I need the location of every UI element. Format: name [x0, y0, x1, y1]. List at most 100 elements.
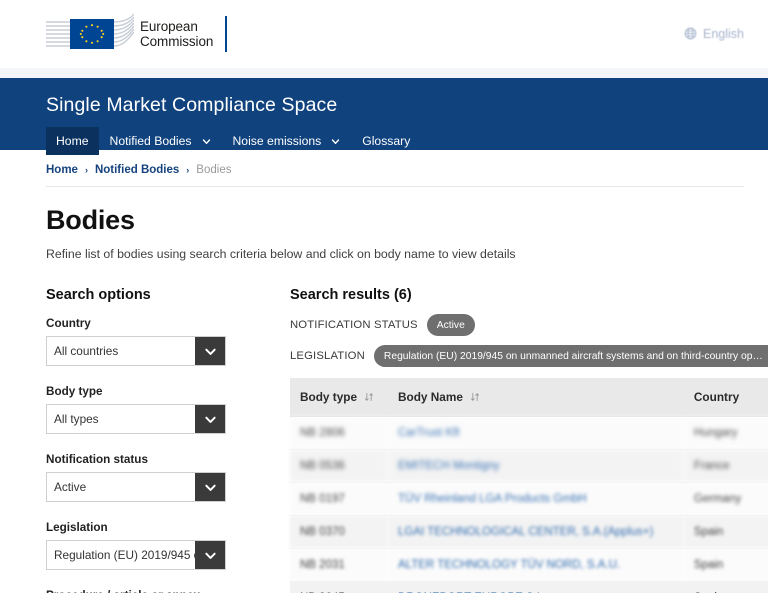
globe-icon	[684, 27, 697, 40]
legislation-select-toggle[interactable]	[195, 541, 225, 569]
european-commission-logo[interactable]: European Commission	[46, 12, 228, 56]
notification-status-select-value: Active	[54, 480, 87, 494]
page-subtitle: Refine list of bodies using search crite…	[46, 247, 516, 261]
country-select-value: All countries	[54, 344, 119, 358]
filter-chip-legislation[interactable]: Regulation (EU) 2019/945 on unmanned air…	[373, 345, 768, 367]
cell-body-type: NB 3045	[290, 581, 388, 593]
filter-chip-notification-status-label: Active	[436, 319, 465, 331]
field-legislation: Legislation Regulation (EU) 2019/945 on …	[46, 521, 282, 570]
notification-status-select-toggle[interactable]	[195, 473, 225, 501]
field-body-type-label: Body type	[46, 385, 103, 398]
cell-body-type: NB 0370	[290, 515, 388, 549]
ec-logo-line-2: Commission	[140, 33, 214, 49]
cell-body-name[interactable]: LGAI TECHNOLOGICAL CENTER, S.A.(Applus+)	[388, 515, 684, 549]
chevron-down-icon	[204, 552, 216, 559]
cell-body-name[interactable]: DRONEPORT EUROPE S.L.	[388, 581, 684, 593]
cell-country: France	[683, 449, 768, 483]
filter-key-notification-status: NOTIFICATION STATUS	[290, 319, 418, 331]
cell-body-type: NB 0197	[290, 482, 388, 516]
breadcrumb-item-home[interactable]: Home	[46, 164, 78, 176]
page-content: Home › Notified Bodies › Bodies Bodies R…	[0, 150, 768, 593]
legislation-select-value: Regulation (EU) 2019/945 on ur	[54, 548, 195, 562]
sort-icon	[365, 392, 374, 402]
body-type-select[interactable]: All types	[46, 404, 226, 434]
body-type-select-toggle[interactable]	[195, 405, 225, 433]
field-body-type: Body type All types	[46, 385, 282, 434]
nav-item-glossary-label: Glossary	[362, 134, 411, 148]
nav-item-notified-bodies[interactable]: Notified Bodies	[99, 127, 222, 155]
table-row[interactable]: NB 3045 DRONEPORT EUROPE S.L. Spain	[290, 581, 768, 593]
results-table-head: Body type Body Name Country	[290, 378, 768, 417]
ec-logo-wordmark: European Commission	[140, 19, 213, 49]
nav-item-noise-emissions[interactable]: Noise emissions	[222, 127, 352, 155]
nav-item-glossary[interactable]: Glossary	[351, 127, 421, 155]
cell-body-type: NB 2806	[290, 416, 388, 450]
main-navigation: Home Notified Bodies Noise emissions Glo…	[46, 127, 768, 155]
breadcrumb: Home › Notified Bodies › Bodies	[46, 150, 744, 187]
table-row[interactable]: NB 2031 ALTER TECHNOLOGY TÜV NORD, S.A.U…	[290, 548, 768, 582]
cell-body-name[interactable]: EMITECH Montigny	[388, 449, 684, 483]
body-type-select-value: All types	[54, 412, 99, 426]
nav-item-home[interactable]: Home	[46, 127, 99, 155]
cell-body-name[interactable]: CarTrust Kft	[388, 416, 684, 450]
cell-country: Germany	[683, 482, 768, 516]
cell-country: Hungary	[683, 416, 768, 450]
field-notification-status-label: Notification status	[46, 453, 148, 466]
filter-row-legislation: LEGISLATION Regulation (EU) 2019/945 on …	[290, 345, 768, 367]
content-columns: Search options Country All countries Bod…	[46, 261, 768, 593]
column-header-body-name-label: Body Name	[398, 390, 463, 404]
country-select-toggle[interactable]	[195, 337, 225, 365]
table-row[interactable]: NB 2806 CarTrust Kft Hungary	[290, 416, 768, 450]
legislation-select[interactable]: Regulation (EU) 2019/945 on ur	[46, 540, 226, 570]
filter-chip-legislation-label: Regulation (EU) 2019/945 on unmanned air…	[383, 350, 765, 362]
filter-chip-notification-status[interactable]: Active	[426, 314, 475, 336]
cell-country: Spain	[683, 548, 768, 582]
language-label: English	[703, 26, 744, 41]
body-name-link[interactable]: LGAI TECHNOLOGICAL CENTER, S.A.(Applus+)	[398, 526, 653, 538]
table-row[interactable]: NB 0536 EMITECH Montigny France	[290, 449, 768, 483]
breadcrumb-separator: ›	[186, 165, 190, 175]
results-table: Body type Body Name Country NB 2806 CarT…	[290, 378, 768, 593]
cell-body-name[interactable]: ALTER TECHNOLOGY TÜV NORD, S.A.U.	[388, 548, 684, 582]
ec-top-banner: European Commission English	[0, 0, 768, 68]
filter-row-notification-status: NOTIFICATION STATUS Active	[290, 314, 768, 336]
cell-body-type: NB 0536	[290, 449, 388, 483]
column-header-body-name[interactable]: Body Name	[388, 378, 684, 417]
column-header-body-type[interactable]: Body type	[290, 378, 388, 417]
column-header-country: Country	[683, 378, 768, 417]
body-name-link[interactable]: EMITECH Montigny	[398, 460, 500, 472]
language-selector[interactable]: English	[684, 27, 744, 41]
site-header: Single Market Compliance Space Home Noti…	[0, 78, 768, 155]
banner-divider	[0, 68, 768, 78]
body-name-link[interactable]: ALTER TECHNOLOGY TÜV NORD, S.A.U.	[398, 559, 620, 571]
cell-country: Spain	[683, 515, 768, 549]
site-title: Single Market Compliance Space	[46, 94, 338, 116]
eu-stars-icon	[79, 23, 105, 44]
chevron-down-icon	[202, 138, 210, 144]
search-options-panel: Search options Country All countries Bod…	[46, 287, 282, 593]
column-header-country-label: Country	[693, 390, 740, 404]
results-table-body: NB 2806 CarTrust Kft Hungary NB 0536 EMI…	[290, 416, 768, 593]
search-results-heading: Search results (6)	[290, 287, 412, 303]
cell-body-name[interactable]: TÜV Rheinland LGA Products GmbH	[388, 482, 684, 516]
table-row[interactable]: NB 0370 LGAI TECHNOLOGICAL CENTER, S.A.(…	[290, 515, 768, 549]
eu-flag-emblem	[46, 12, 134, 56]
chevron-down-icon	[204, 348, 216, 355]
filter-key-legislation: LEGISLATION	[290, 350, 365, 362]
notification-status-select[interactable]: Active	[46, 472, 226, 502]
body-name-link[interactable]: CarTrust Kft	[398, 427, 460, 439]
chevron-down-icon	[204, 484, 216, 491]
field-procedure-label: Procedure / article or annex	[46, 589, 282, 593]
search-options-heading: Search options	[46, 287, 151, 303]
cell-body-type: NB 2031	[290, 548, 388, 582]
nav-item-home-label: Home	[56, 134, 89, 148]
country-select[interactable]: All countries	[46, 336, 226, 366]
field-notification-status: Notification status Active	[46, 453, 282, 502]
breadcrumb-item-notified-bodies[interactable]: Notified Bodies	[95, 164, 179, 176]
nav-item-notified-bodies-label: Notified Bodies	[109, 134, 192, 148]
body-name-link[interactable]: TÜV Rheinland LGA Products GmbH	[398, 493, 587, 505]
breadcrumb-separator: ›	[84, 165, 88, 175]
table-row[interactable]: NB 0197 TÜV Rheinland LGA Products GmbH …	[290, 482, 768, 516]
ec-logo-line-1: European	[140, 18, 198, 34]
field-country-label: Country	[46, 317, 91, 330]
